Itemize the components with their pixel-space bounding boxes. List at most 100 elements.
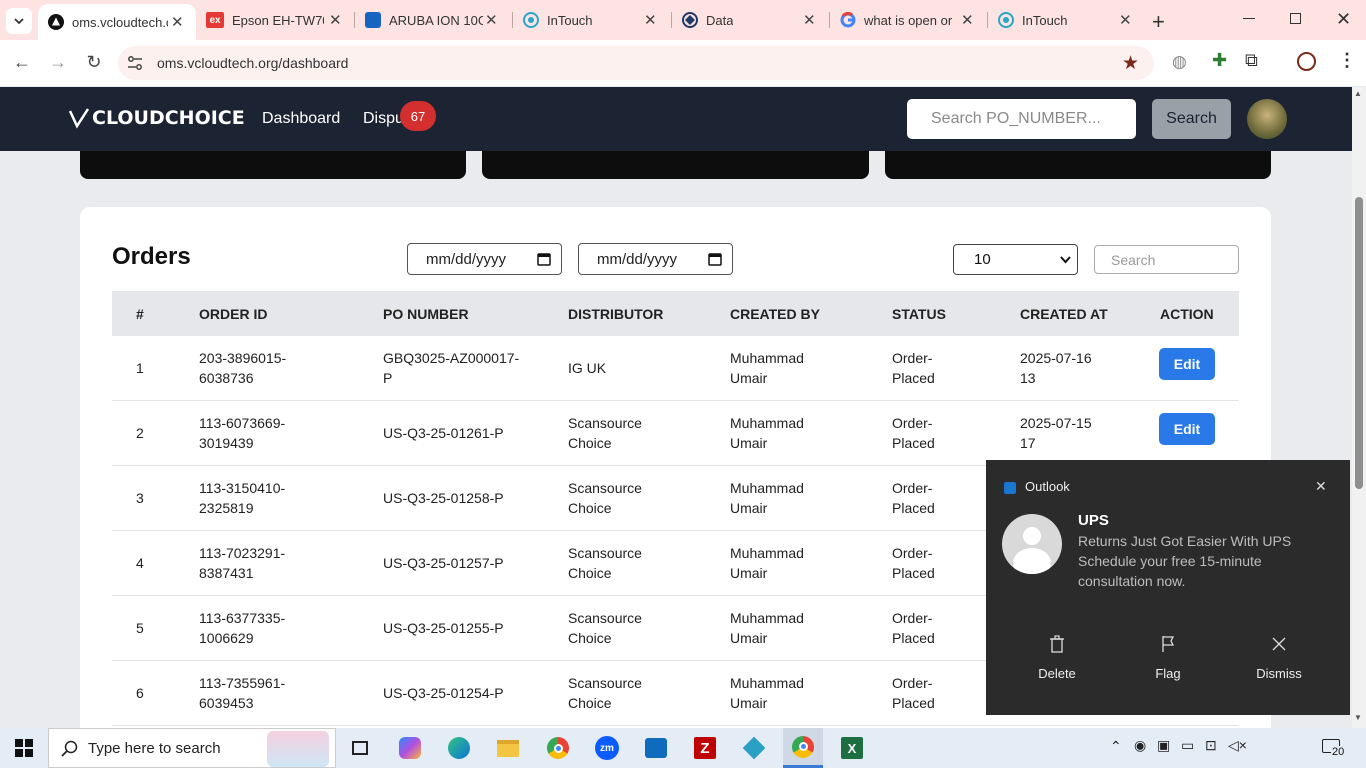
tab-oms[interactable]: oms.vcloudtech.o ✕ bbox=[38, 4, 196, 40]
new-tab-icon[interactable]: + bbox=[1152, 9, 1165, 35]
close-tab-icon[interactable]: ✕ bbox=[171, 13, 184, 31]
cell-order-id: 203-3896015- 6038736 bbox=[199, 348, 286, 388]
app-diamond-icon[interactable] bbox=[734, 728, 774, 768]
bookmark-star-icon[interactable]: ★ bbox=[1122, 52, 1139, 75]
close-tab-icon[interactable]: ✕ bbox=[329, 11, 342, 29]
file-explorer-icon[interactable] bbox=[488, 728, 528, 768]
excel-icon[interactable]: X bbox=[832, 728, 872, 768]
cell-created-by-line2: Umair bbox=[730, 630, 768, 646]
extensions-puzzle-icon[interactable]: ⧉ bbox=[1245, 50, 1258, 71]
date-from-input[interactable]: mm/dd/yyyy bbox=[407, 243, 562, 275]
calendar-icon[interactable] bbox=[537, 252, 551, 266]
close-tab-icon[interactable]: ✕ bbox=[485, 11, 498, 29]
tab-aruba[interactable]: ARUBA ION 10G ✕ bbox=[355, 0, 511, 40]
site-info-icon[interactable] bbox=[126, 55, 144, 71]
chrome-icon[interactable] bbox=[538, 728, 578, 768]
show-hidden-icons-chevron-icon[interactable]: ⌃ bbox=[1110, 738, 1122, 755]
scroll-down-icon[interactable]: ▼ bbox=[1354, 713, 1362, 722]
page-size-select[interactable]: 10 bbox=[953, 244, 1078, 275]
cell-status-line1: Order- bbox=[892, 545, 933, 561]
outlook-icon[interactable] bbox=[636, 728, 676, 768]
close-window-icon[interactable]: ✕ bbox=[1336, 9, 1351, 30]
nav-disputes-link[interactable]: Dispu bbox=[363, 110, 404, 128]
close-tab-icon[interactable]: ✕ bbox=[644, 11, 657, 29]
cell-order-id: 113-7023291- 8387431 bbox=[199, 543, 285, 583]
copilot-icon[interactable] bbox=[390, 728, 430, 768]
webcam-icon[interactable]: ◉ bbox=[1134, 737, 1146, 754]
address-bar[interactable]: oms.vcloudtech.org/dashboard ★ bbox=[118, 46, 1154, 80]
extension-plus-icon[interactable]: ✚ bbox=[1212, 50, 1227, 71]
scroll-up-icon[interactable]: ▲ bbox=[1354, 89, 1362, 98]
cell-order-id: 113-7355961- 6039453 bbox=[199, 673, 285, 713]
tab-intouch-2[interactable]: InTouch ✕ bbox=[988, 0, 1144, 40]
cell-created-at-line1: 2025-07-16 bbox=[1020, 350, 1092, 366]
cell-status-line1: Order- bbox=[892, 350, 933, 366]
cell-order-id-line2: 6038736 bbox=[199, 370, 254, 386]
tab-data[interactable]: Data ✕ bbox=[672, 0, 828, 40]
nav-dashboard-link[interactable]: Dashboard bbox=[262, 110, 340, 128]
minimize-icon[interactable] bbox=[1243, 18, 1255, 19]
po-search-button[interactable]: Search bbox=[1152, 99, 1231, 139]
tab-search-dropdown[interactable] bbox=[6, 8, 32, 34]
network-icon[interactable]: ⊡ bbox=[1205, 737, 1217, 754]
tab-google[interactable]: what is open ord ✕ bbox=[830, 0, 986, 40]
cell-distributor: Scansource Choice bbox=[568, 543, 642, 583]
col-header-created-by: CREATED BY bbox=[730, 306, 820, 322]
cell-distributor-line2: Choice bbox=[568, 695, 612, 711]
close-tab-icon[interactable]: ✕ bbox=[1119, 11, 1132, 29]
close-tab-icon[interactable]: ✕ bbox=[803, 11, 816, 29]
cell-po-number: US-Q3-25-01258-P bbox=[383, 488, 504, 508]
edit-button[interactable]: Edit bbox=[1159, 413, 1215, 445]
notification-message: Returns Just Got Easier With UPS Schedul… bbox=[1078, 533, 1292, 589]
notification-center-icon[interactable]: 20 bbox=[1322, 737, 1348, 759]
tab-intouch-1[interactable]: InTouch ✕ bbox=[513, 0, 670, 40]
cell-po-number-line1: US-Q3-25-01255-P bbox=[383, 620, 504, 636]
forward-icon[interactable]: → bbox=[46, 52, 70, 73]
cell-status: Order- Placed bbox=[892, 413, 935, 453]
cell-created-at-line2: 13 bbox=[1020, 370, 1036, 386]
date-to-placeholder: mm/dd/yyyy bbox=[597, 250, 678, 268]
taskbar-search-box[interactable]: Type here to search bbox=[48, 728, 336, 768]
display-icon[interactable]: ▣ bbox=[1157, 737, 1170, 754]
tab-epson[interactable]: ex Epson EH-TW70 ✕ bbox=[196, 0, 354, 40]
page-scrollbar[interactable]: ▲ ▼ bbox=[1352, 87, 1366, 728]
user-avatar[interactable] bbox=[1247, 99, 1287, 139]
cell-status: Order- Placed bbox=[892, 348, 935, 388]
task-view-icon[interactable] bbox=[340, 728, 380, 768]
cell-created-by: Muhammad Umair bbox=[730, 673, 804, 713]
cloudchoice-logo[interactable]: CLOUDCHOICE bbox=[68, 107, 245, 129]
logo-text: CLOUDCHOICE bbox=[92, 107, 245, 129]
sender-avatar bbox=[1002, 514, 1062, 574]
notification-flag-button[interactable]: Flag bbox=[1117, 635, 1219, 681]
notification-close-icon[interactable]: ✕ bbox=[1315, 478, 1327, 495]
notification-delete-button[interactable]: Delete bbox=[1006, 635, 1108, 681]
cell-order-id: 113-6377335- 1006629 bbox=[199, 608, 285, 648]
zoom-icon[interactable]: zm bbox=[587, 728, 627, 768]
url-text: oms.vcloudtech.org/dashboard bbox=[157, 55, 349, 71]
edge-icon[interactable] bbox=[439, 728, 479, 768]
date-to-input[interactable]: mm/dd/yyyy bbox=[578, 243, 733, 275]
notification-dismiss-button[interactable]: Dismiss bbox=[1228, 635, 1330, 681]
windows-start-icon[interactable] bbox=[0, 728, 48, 768]
notification-app-name: Outlook bbox=[1025, 479, 1070, 494]
close-tab-icon[interactable]: ✕ bbox=[961, 11, 974, 29]
notification-sender: UPS bbox=[1078, 512, 1109, 529]
cell-distributor: Scansource Choice bbox=[568, 608, 642, 648]
outlook-notification: Outlook ✕ UPS Returns Just Got Easier Wi… bbox=[986, 460, 1350, 715]
chrome-active-icon[interactable] bbox=[783, 728, 823, 768]
date-from-placeholder: mm/dd/yyyy bbox=[426, 250, 507, 268]
reload-icon[interactable]: ↻ bbox=[82, 52, 106, 73]
translate-icon[interactable]: ◍ bbox=[1172, 52, 1187, 72]
po-search-input[interactable]: Search PO_NUMBER... bbox=[907, 99, 1136, 139]
calendar-icon[interactable] bbox=[708, 252, 722, 266]
scrollbar-thumb[interactable] bbox=[1355, 197, 1363, 489]
volume-muted-icon[interactable]: ◁× bbox=[1228, 737, 1247, 754]
edit-button[interactable]: Edit bbox=[1159, 348, 1215, 380]
profile-icon[interactable] bbox=[1297, 52, 1316, 71]
back-icon[interactable]: ← bbox=[10, 52, 34, 73]
restore-icon[interactable] bbox=[1290, 13, 1301, 24]
battery-icon[interactable]: ▭ bbox=[1181, 737, 1194, 754]
browser-menu-icon[interactable]: ⋮ bbox=[1338, 50, 1356, 71]
filezilla-icon[interactable]: Z bbox=[685, 728, 725, 768]
table-search-input[interactable]: Search bbox=[1094, 245, 1239, 274]
